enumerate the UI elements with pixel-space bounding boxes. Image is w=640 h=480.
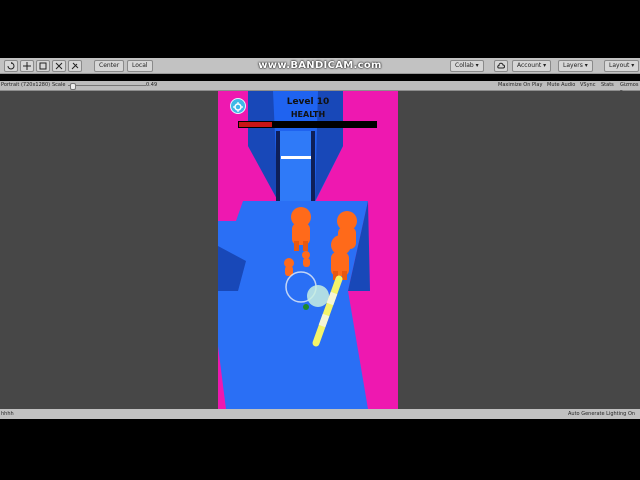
editor-toolbar: Center Local www.BANDICAM.com Collab ▾ A…	[0, 58, 640, 74]
game-view-bar: Portrait (720x1280) Scale 0.49 Maximize …	[0, 81, 640, 95]
bridge	[280, 131, 315, 201]
cloud-button[interactable]	[494, 60, 508, 72]
game-scene	[218, 91, 370, 409]
bridge-rail-left	[276, 131, 280, 201]
stats-toggle[interactable]: Stats	[601, 82, 614, 89]
mute-audio-toggle[interactable]: Mute Audio	[547, 82, 575, 89]
move-tool-button[interactable]	[20, 60, 34, 72]
tools-icon	[71, 62, 79, 70]
game-viewport[interactable]: Level 10 HEALTH	[218, 91, 398, 409]
scale-tool-button[interactable]	[52, 60, 66, 72]
layers-dropdown[interactable]: Layers ▾	[558, 60, 593, 72]
letterbox-top	[0, 0, 640, 58]
collab-dropdown[interactable]: Collab ▾	[450, 60, 484, 72]
resolution-dropdown[interactable]: Portrait (720x1280)	[1, 82, 50, 89]
lighting-status[interactable]: Auto Generate Lighting On	[568, 411, 635, 417]
player-body	[303, 304, 309, 310]
maximize-on-play-toggle[interactable]: Maximize On Play	[498, 82, 542, 89]
scale-label: Scale	[52, 82, 66, 88]
bandicam-watermark: www.BANDICAM.com	[258, 60, 382, 71]
far-track-left-wall	[248, 91, 278, 201]
letterbox-bottom	[0, 420, 640, 480]
editor-status-bar: hhhh Auto Generate Lighting On	[0, 409, 640, 419]
bridge-rail-right	[311, 131, 315, 201]
move-icon	[23, 62, 31, 70]
game-view-margin-right	[398, 91, 640, 409]
rect-tool-button[interactable]	[68, 60, 82, 72]
far-track-right-wall	[315, 91, 343, 201]
refresh-icon	[7, 62, 15, 70]
account-dropdown[interactable]: Account ▾	[512, 60, 552, 72]
scale-value: 0.49	[146, 82, 158, 88]
pivot-local-button[interactable]: Local	[127, 60, 153, 72]
runner-front	[331, 235, 351, 280]
layout-dropdown[interactable]: Layout ▾	[604, 60, 640, 72]
level-label: Level 10	[286, 97, 330, 107]
bridge-finish-line	[281, 156, 311, 159]
health-bar-fill	[239, 122, 272, 127]
scale-icon	[55, 62, 63, 70]
console-message[interactable]: hhhh	[1, 411, 14, 417]
game-view-margin-left	[0, 91, 218, 409]
vsync-toggle[interactable]: VSync	[580, 82, 595, 89]
pivot-center-button[interactable]: Center	[94, 60, 125, 72]
cloud-icon	[497, 62, 505, 69]
rotate-icon	[39, 62, 47, 70]
player-glow	[307, 285, 329, 307]
hand-tool-button[interactable]	[4, 60, 18, 72]
scale-slider-thumb[interactable]	[70, 83, 76, 90]
scale-slider-track[interactable]	[68, 85, 146, 86]
runner-left	[291, 207, 311, 251]
health-label: HEALTH	[290, 110, 326, 119]
health-bar	[238, 121, 377, 128]
rotate-tool-button[interactable]	[36, 60, 50, 72]
